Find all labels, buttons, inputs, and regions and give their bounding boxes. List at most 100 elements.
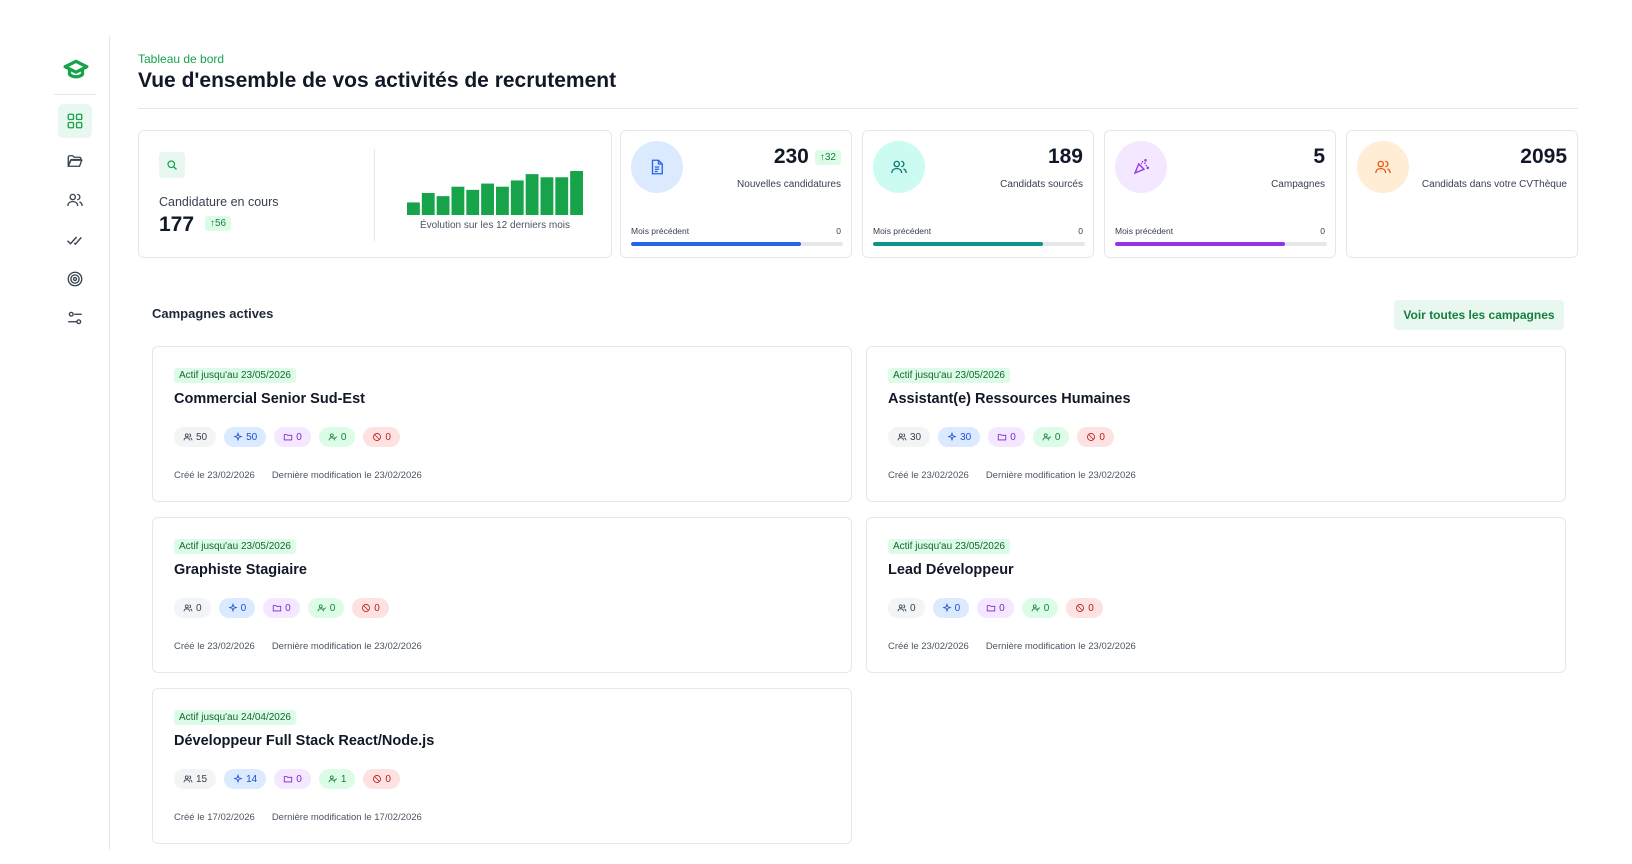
campaign-stats: 0 0 0 0 0 [888,598,1103,618]
search-icon[interactable] [159,152,185,178]
rejected-count: 0 [374,602,380,614]
rejected-count-pill: 0 [1066,598,1103,618]
chart-bar [540,177,554,215]
monthly-evolution-chart [407,171,583,215]
party-icon [1133,158,1150,175]
campaign-title[interactable]: Assistant(e) Ressources Humaines [888,391,1131,407]
stat-value: 2095 [1520,145,1567,168]
rejected-count: 0 [385,773,391,785]
sparkles-icon [227,603,238,613]
users-icon [1375,160,1391,174]
sourced-count-pill: 30 [938,427,981,447]
breadcrumb[interactable]: Tableau de bord [138,52,224,66]
sourced-count-pill: 0 [218,598,256,618]
rejected-count: 0 [1099,431,1105,443]
overview-label: Candidature en cours [159,195,279,209]
sidebar [54,36,110,850]
candidates-count-pill: 15 [174,769,217,789]
active-campaigns-title: Campagnes actives [152,306,274,321]
users-icon [891,160,907,174]
stat-card-sourced-candidates: 189 Candidats sourcés Mois précédent 0 [862,130,1094,258]
chart-bar [481,183,494,215]
sidebar-item-candidates[interactable] [58,183,92,217]
overview-card: Candidature en cours 177 ↑56 Évolution s… [138,130,612,258]
hired-count: 0 [1054,431,1061,443]
chart-bar [555,177,569,215]
candidates-count: 0 [196,602,202,614]
chart-bar [421,193,435,215]
previous-month-label: Mois précédent [631,226,690,236]
user-check-icon [1042,433,1051,441]
campaign-status-badge: Actif jusqu'au 23/05/2026 [174,539,296,554]
user-check-icon [1031,604,1040,612]
candidates-count-pill: 50 [174,427,217,447]
sidebar-item-settings[interactable] [58,301,92,335]
stat-progress-bar [873,242,1085,246]
rejected-count-pill: 0 [363,427,400,447]
previous-month-label: Mois précédent [1115,226,1174,236]
hired-count: 0 [1043,602,1050,614]
ban-icon [373,433,382,441]
chart-bar [496,186,509,215]
campaign-dates: Créé le 17/02/2026 Dernière modification… [174,812,422,823]
candidates-count-pill: 30 [888,427,931,447]
campaign-card[interactable]: Actif jusqu'au 23/05/2026 Lead Développe… [866,517,1566,673]
sidebar-item-targets[interactable] [58,262,92,296]
rejected-count-pill: 0 [363,769,400,789]
campaign-status-badge: Actif jusqu'au 23/05/2026 [888,368,1010,383]
users-icon [183,604,193,612]
stat-progress-fill [873,242,1043,246]
campaign-title[interactable]: Commercial Senior Sud-Est [174,391,365,407]
hired-count: 0 [340,431,347,443]
rejected-count-pill: 0 [352,598,389,618]
hired-count-pill: 0 [1021,598,1059,618]
sidebar-item-dashboard[interactable] [58,104,92,138]
campaign-card[interactable]: Actif jusqu'au 23/05/2026 Graphiste Stag… [152,517,852,673]
sparkles-icon [947,432,957,442]
hired-count: 1 [340,773,347,785]
stat-value-row: 189 [1048,145,1083,169]
stat-value-row: 5 [1313,145,1325,169]
chart-bar [451,186,465,215]
campaign-card[interactable]: Actif jusqu'au 23/05/2026 Assistant(e) R… [866,346,1566,502]
modified-date: Dernière modification le 23/02/2026 [985,470,1136,481]
users-icon [183,775,193,783]
settings-sliders-icon [68,311,82,325]
user-check-icon [317,604,326,612]
rejected-count: 0 [385,431,391,443]
stat-label: Nouvelles candidatures [737,179,841,190]
folders-count: 0 [296,431,302,443]
folder-icon [986,605,996,612]
campaign-stats: 0 0 0 0 0 [174,598,389,618]
stat-progress-bar [1115,242,1327,246]
rejected-count: 0 [1088,602,1094,614]
campaign-title[interactable]: Lead Développeur [888,562,1014,578]
see-all-campaigns-button[interactable]: Voir toutes les campagnes [1394,300,1564,330]
header-divider [138,108,1578,109]
stat-progress-bar [631,242,843,246]
stat-value-row: 2095 [1520,145,1567,169]
candidates-count-pill: 0 [888,598,925,618]
campaign-stats: 30 30 0 0 0 [888,427,1114,447]
campaign-title[interactable]: Développeur Full Stack React/Node.js [174,733,434,749]
chart-bar [407,202,420,215]
campaign-title[interactable]: Graphiste Stagiaire [174,562,307,578]
stat-label: Candidats sourcés [1000,179,1083,190]
campaign-card[interactable]: Actif jusqu'au 23/05/2026 Commercial Sen… [152,346,852,502]
folders-count-pill: 0 [977,598,1014,618]
campaign-card[interactable]: Actif jusqu'au 24/04/2026 Développeur Fu… [152,688,852,844]
campaign-status-badge: Actif jusqu'au 23/05/2026 [888,539,1010,554]
sidebar-item-validations[interactable] [58,223,92,257]
stat-value-row: 230 ↑32 [774,145,841,169]
stat-value: 230 [773,145,809,168]
stat-card-cv-library: 2095 Candidats dans votre CVThèque [1346,130,1578,258]
sidebar-item-folders[interactable] [58,144,92,178]
chart-bar [525,174,539,215]
stat-value: 5 [1313,145,1325,168]
campaign-dates: Créé le 23/02/2026 Dernière modification… [174,641,422,652]
dashboard-icon [67,113,83,129]
logo-icon[interactable] [60,54,92,86]
stat-icon-circle [1115,141,1167,193]
candidates-count-pill: 0 [174,598,211,618]
created-date: Créé le 23/02/2026 [888,641,969,652]
